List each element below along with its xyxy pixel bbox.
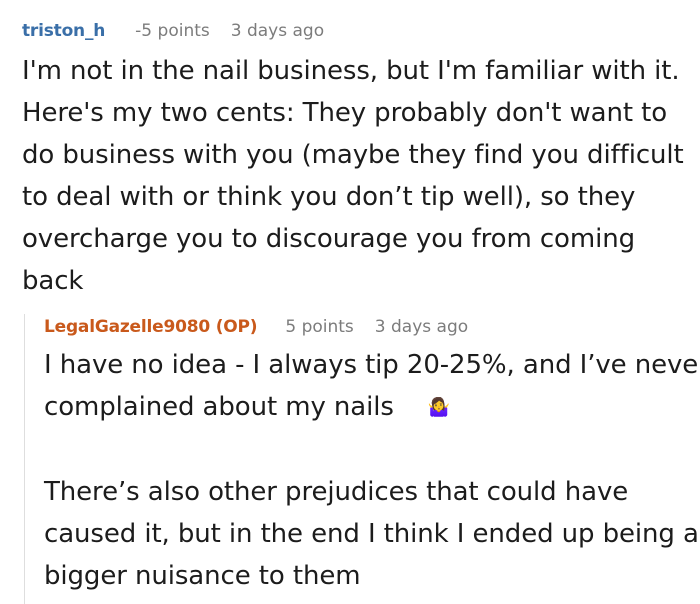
reply-paragraph-1: I have no idea - I always tip 20-25%, an… bbox=[44, 350, 700, 422]
reply-body: I have no idea - I always tip 20-25%, an… bbox=[44, 344, 700, 597]
comment-body: I'm not in the nail business, but I'm fa… bbox=[22, 56, 684, 296]
reply-points: 5 points bbox=[285, 317, 354, 337]
comment: triston_h -5 points 3 days ago I'm not i… bbox=[22, 18, 692, 302]
reply-paragraph-2: There’s also other prejudices that could… bbox=[44, 477, 699, 591]
reply-author[interactable]: LegalGazelle9080 (OP) bbox=[44, 314, 258, 340]
comment-author[interactable]: triston_h bbox=[22, 18, 105, 44]
reply-time: 3 days ago bbox=[374, 317, 469, 337]
reply-meta: LegalGazelle9080 (OP) 5 points 3 days ag… bbox=[44, 314, 700, 340]
reply-comment: LegalGazelle9080 (OP) 5 points 3 days ag… bbox=[24, 314, 700, 604]
comment-points: -5 points bbox=[135, 21, 210, 41]
shrug-emoji-icon: 🤷‍♀️ bbox=[427, 397, 451, 418]
comment-meta: triston_h -5 points 3 days ago bbox=[22, 18, 692, 44]
comment-time: 3 days ago bbox=[230, 21, 325, 41]
